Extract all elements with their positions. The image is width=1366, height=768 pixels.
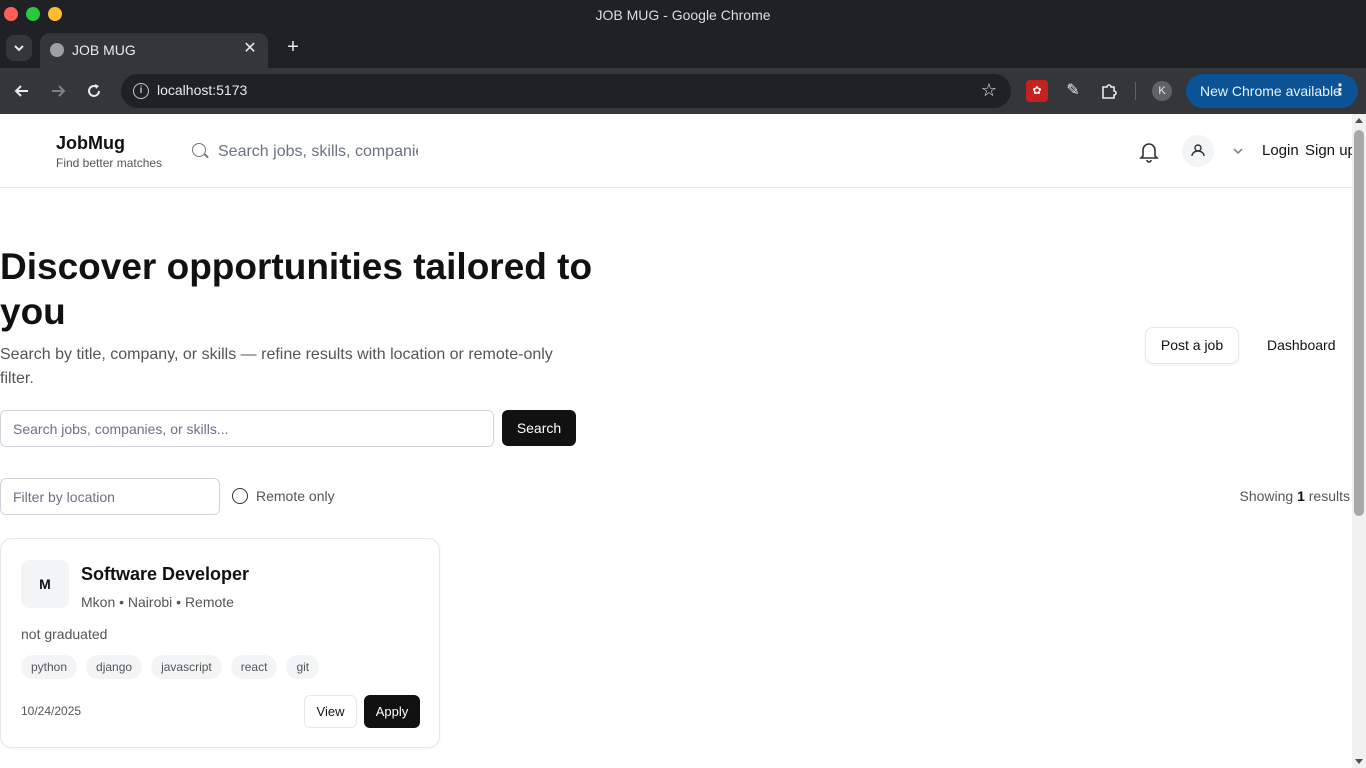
page-viewport: JobMug Find better matches Login Sign up… (0, 114, 1352, 768)
reload-icon (88, 84, 100, 97)
globe-icon (50, 43, 64, 57)
forward-arrow-icon (52, 85, 66, 97)
back-arrow-icon (14, 85, 28, 97)
view-job-button[interactable]: View (304, 695, 357, 728)
forward-button[interactable] (46, 79, 70, 103)
dashboard-link[interactable]: Dashboard (1267, 337, 1336, 353)
notifications-button[interactable] (1139, 141, 1159, 163)
url-text[interactable]: localhost:5173 (157, 82, 247, 98)
results-count: Showing 1 results (1239, 488, 1350, 504)
brand-name: JobMug (56, 133, 125, 153)
user-icon (1191, 144, 1205, 157)
browser-toolbar: i localhost:5173 ☆ ✿ ✎ K New Chrome avai… (0, 68, 1366, 114)
job-search-input[interactable] (0, 410, 494, 447)
profile-avatar[interactable]: K (1152, 81, 1172, 101)
tab-title: JOB MUG (72, 42, 136, 58)
browser-tab[interactable]: JOB MUG ✕ (40, 33, 268, 68)
address-bar[interactable]: i localhost:5173 ☆ (121, 74, 1011, 108)
post-job-button[interactable]: Post a job (1145, 327, 1239, 364)
results-number: 1 (1297, 488, 1305, 504)
bell-icon (1139, 143, 1159, 163)
header-search (190, 140, 430, 164)
scroll-thumb[interactable] (1354, 130, 1364, 516)
toolbar-separator (1135, 82, 1136, 100)
login-link[interactable]: Login (1262, 142, 1299, 159)
skill-tag: django (86, 655, 143, 679)
new-tab-button[interactable]: + (282, 36, 304, 58)
new-chrome-available-button[interactable]: New Chrome available ⋮ (1186, 74, 1358, 108)
apply-job-button[interactable]: Apply (364, 695, 420, 728)
pen-extension-icon[interactable]: ✎ (1062, 80, 1084, 102)
reload-button[interactable] (82, 79, 106, 103)
site-header: JobMug Find better matches Login Sign up (0, 114, 1352, 188)
tab-close-icon[interactable]: ✕ (240, 39, 260, 59)
search-button[interactable]: Search (502, 410, 576, 446)
job-description: not graduated (21, 626, 108, 642)
brand-tagline: Find better matches (56, 156, 163, 170)
os-titlebar: JOB MUG - Google Chrome (0, 0, 1366, 30)
page-scrollbar[interactable] (1352, 114, 1366, 768)
back-button[interactable] (10, 79, 34, 103)
update-label: New Chrome available (1200, 83, 1341, 99)
info-icon[interactable]: i (133, 83, 149, 99)
location-filter-input[interactable] (0, 478, 220, 515)
skill-tag: react (230, 655, 278, 679)
results-suffix: results (1308, 488, 1350, 504)
window-title: JOB MUG - Google Chrome (595, 7, 771, 23)
skill-tag: python (21, 655, 78, 679)
tab-search-button[interactable] (6, 35, 32, 61)
puzzle-icon-glyph (1102, 84, 1117, 99)
ladybug-extension-icon[interactable]: ✿ (1026, 80, 1048, 102)
results-prefix: Showing (1239, 488, 1294, 504)
header-search-input[interactable] (218, 140, 418, 164)
tab-strip: JOB MUG ✕ + (0, 30, 1366, 68)
user-menu-button[interactable] (1182, 135, 1214, 167)
scroll-down-arrow-icon[interactable] (1355, 759, 1363, 764)
skill-tag: javascript (151, 655, 222, 679)
signup-link[interactable]: Sign up (1305, 142, 1352, 159)
puzzle-icon[interactable] (1098, 80, 1120, 102)
chevron-down-icon[interactable] (1232, 144, 1244, 156)
company-avatar: M (21, 560, 69, 608)
skill-tag: git (286, 655, 320, 679)
job-posted-date: 10/24/2025 (21, 704, 82, 718)
star-icon[interactable]: ☆ (981, 80, 997, 101)
brand[interactable]: JobMug Find better matches (56, 133, 162, 170)
page-subtitle: Search by title, company, or skills — re… (0, 346, 553, 387)
job-card[interactable]: M Software Developer Mkon • Nairobi • Re… (0, 538, 440, 748)
remote-only-label[interactable]: Remote only (256, 488, 335, 504)
job-meta: Mkon • Nairobi • Remote (81, 594, 234, 610)
scroll-up-arrow-icon[interactable] (1355, 118, 1363, 123)
remote-only-checkbox[interactable] (232, 488, 248, 504)
search-icon (192, 143, 206, 157)
job-title[interactable]: Software Developer (81, 564, 249, 585)
page-title: Discover opportunities tailored to you (0, 246, 593, 332)
skill-tags: python django javascript react git (21, 655, 320, 679)
chevron-down-icon (14, 45, 24, 52)
more-menu-icon[interactable]: ⋮ (1332, 74, 1348, 108)
